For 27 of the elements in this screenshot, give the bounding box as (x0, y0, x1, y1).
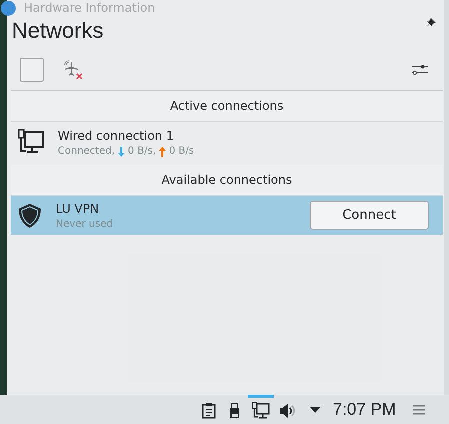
connection-status: Connected, (58, 146, 116, 157)
connection-item[interactable]: LU VPN Never used Connect (11, 196, 443, 235)
popup-title: Networks (12, 18, 104, 44)
pin-icon[interactable] (426, 18, 436, 28)
upload-rate: 0 B/s (169, 146, 194, 157)
clipboard-icon (202, 403, 216, 419)
download-arrow-icon (118, 146, 126, 156)
section-header: Available connections (11, 165, 443, 196)
upload-arrow-icon (159, 146, 166, 156)
wifi-checkbox[interactable] (20, 58, 44, 82)
volume-icon (279, 403, 295, 419)
clock[interactable]: 7:07 PM (333, 400, 396, 420)
connection-status: Never used (56, 218, 114, 230)
connection-name: LU VPN (56, 202, 100, 216)
menu-icon[interactable] (413, 404, 426, 414)
usb-drive-icon (230, 403, 240, 419)
connect-button[interactable]: Connect (310, 201, 429, 230)
window-title: Hardware Information (24, 1, 156, 15)
section-header: Active connections (11, 91, 443, 122)
shield-icon (18, 202, 42, 228)
download-rate: 0 B/s, (128, 146, 156, 157)
settings-icon[interactable] (412, 64, 428, 76)
connection-item[interactable]: Wired connection 1 Connected, 0 B/s, 0 B/s (11, 122, 443, 164)
connection-name: Wired connection 1 (58, 129, 175, 143)
wired-computer-icon (252, 402, 270, 420)
caret-icon[interactable] (310, 406, 321, 412)
airplane-mode-icon[interactable] (63, 60, 85, 80)
